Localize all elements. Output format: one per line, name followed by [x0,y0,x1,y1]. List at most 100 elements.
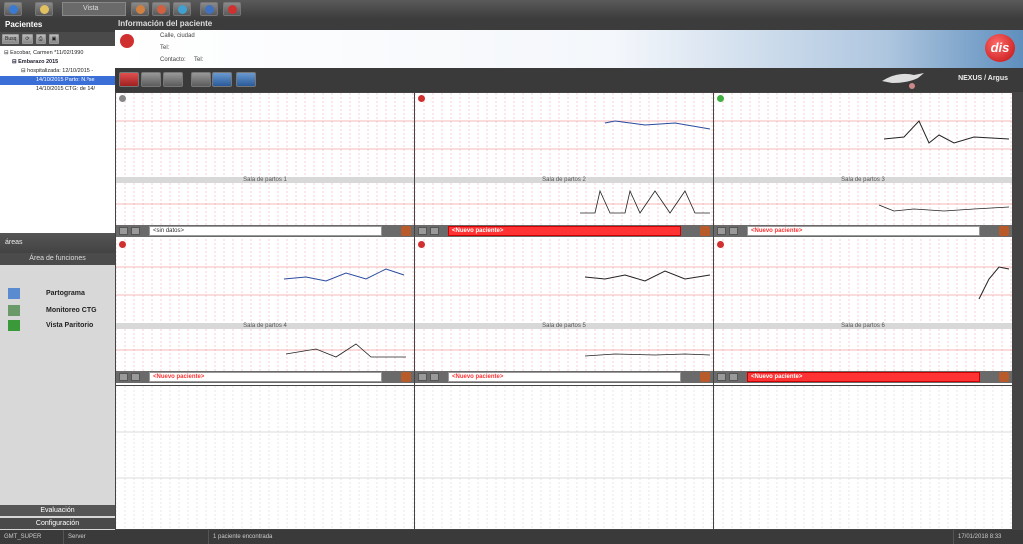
house-button[interactable] [131,2,149,16]
panel-footer: <Nuevo paciente> [415,225,713,237]
tel-label: Tel: [160,45,170,51]
empty-ctg-trace [714,386,1012,529]
home-button[interactable] [35,2,53,16]
status-user: GMT_SUPER [0,530,64,544]
ctg-trace [714,93,1012,225]
patient-field[interactable]: <Nuevo paciente> [448,372,681,382]
help-button[interactable] [212,72,232,87]
network-button[interactable] [173,2,191,16]
empty-ctg-trace [415,386,713,529]
monitor-icon[interactable] [418,227,427,235]
evaluacion-button[interactable]: Evaluación [0,505,115,516]
monitor-icon[interactable] [119,373,128,381]
edit-icon[interactable] [999,372,1009,382]
edit-icon[interactable] [999,226,1009,236]
status-server: Server [64,530,209,544]
view-dropdown[interactable]: Vista [62,2,126,16]
patient-field[interactable]: <Nuevo paciente> [149,372,382,382]
status-datetime: 17/01/2018 8:33 [958,534,1002,540]
room-label: Sala de partos 2 [542,177,586,183]
settings-icon[interactable] [729,227,738,235]
search-button[interactable]: Busq [2,34,20,44]
stork-icon [882,73,924,89]
folder-button[interactable]: ▣ [48,34,60,44]
ctg-panel-8[interactable] [415,386,713,529]
tree-item-patient[interactable]: ⊟ Escobar, Carmen *11/02/1990 [0,49,115,58]
print-options-button[interactable] [163,72,183,87]
edit-icon[interactable] [700,226,710,236]
partograma-icon [8,287,20,299]
tree-item-ctg[interactable]: 14/10/2015 CTG: de 14/ [0,85,115,94]
settings-icon[interactable] [430,227,439,235]
room-label: Sala de partos 1 [243,177,287,183]
dis-small-icon [120,34,134,48]
configuracion-button[interactable]: Configuración [0,518,115,529]
status-found: 1 paciente encontrada [209,530,954,544]
status-dot-icon [717,95,724,102]
patient-field[interactable]: <Nuevo paciente> [448,226,681,236]
ctg-panel-2[interactable]: Sala de partos 2 <Nuevo paciente> [415,93,713,239]
panel-footer: <Nuevo paciente> [415,371,713,383]
edit-icon[interactable] [700,372,710,382]
back-button[interactable] [119,72,139,87]
patients-title: Pacientes [0,18,115,32]
brand-label: NEXUS / Argus [958,75,1008,82]
monitoreo-ctg-item[interactable]: Monitoreo CTG [8,303,108,317]
patient-field[interactable]: <Nuevo paciente> [747,372,980,382]
ctg-panel-4[interactable]: Sala de partos 4 <Nuevo paciente> [116,239,414,385]
partograma-item[interactable]: Partograma [8,286,108,300]
room-label: Sala de partos 4 [243,323,287,329]
ctg-monitor-grid: Sala de partos 1 <sin datos> Sala de par… [115,92,1023,530]
exit-button[interactable] [223,2,241,16]
secondary-toolbar: NEXUS / Argus [115,68,1023,92]
ctg-panel-7[interactable] [116,386,414,529]
tree-item-pregnancy[interactable]: ⊟ Embarazo 2015 [0,58,115,67]
settings-icon[interactable] [729,373,738,381]
ctg-panel-1[interactable]: Sala de partos 1 <sin datos> [116,93,414,239]
settings-icon[interactable] [131,227,140,235]
monitor-icon[interactable] [119,227,128,235]
chat-button[interactable] [141,72,161,87]
patients-toolbar: Busq ⟳ ⎙ ▣ [0,32,115,46]
edit-icon[interactable] [401,226,411,236]
settings-icon[interactable] [131,373,140,381]
settings-icon[interactable] [430,373,439,381]
status-bar: GMT_SUPER Server 1 paciente encontrada 1… [0,530,1023,544]
patient-tree: ⊟ Escobar, Carmen *11/02/1990 ⊟ Embarazo… [0,46,115,241]
monitor-icon[interactable] [717,373,726,381]
edit-icon[interactable] [401,372,411,382]
info-button[interactable] [200,2,218,16]
ctg-icon [8,304,20,316]
panel-footer: <Nuevo paciente> [714,371,1012,383]
ctg-panel-6[interactable]: Sala de partos 6 <Nuevo paciente> [714,239,1012,385]
patient-field[interactable]: <sin datos> [149,226,382,236]
info-circle-button[interactable] [236,72,256,87]
edit-button[interactable] [191,72,211,87]
status-dot-icon [418,95,425,102]
monitor-icon[interactable] [418,373,427,381]
panel-footer: <Nuevo paciente> [714,225,1012,237]
ctg-panel-9[interactable] [714,386,1012,529]
print-button[interactable]: ⎙ [35,34,46,44]
tree-item-parto[interactable]: 14/10/2015 Parto: N.ºse [0,76,115,85]
monitor-icon[interactable] [717,227,726,235]
ctg-trace [714,239,1012,371]
tree-item-hospital[interactable]: ⊟ hospitalizada: 12/10/2015 - [0,67,115,76]
ctg-panel-5[interactable]: Sala de partos 5 <Nuevo paciente> [415,239,713,385]
panel-footer: <sin datos> [116,225,414,237]
refresh-button[interactable]: ⟳ [22,34,33,44]
room-label: Sala de partos 5 [542,323,586,329]
main-toolbar: Vista [0,0,1023,18]
vista-paritorio-item[interactable]: Vista Paritorio [8,318,108,332]
patient-field[interactable]: <Nuevo paciente> [747,226,980,236]
status-dot-icon [717,241,724,248]
ctg-trace [415,93,713,225]
panel-footer: <Nuevo paciente> [116,371,414,383]
contacto-tel-label: Tel: [194,57,204,63]
room-label: Sala de partos 3 [841,177,885,183]
ctg-panel-3[interactable]: Sala de partos 3 <Nuevo paciente> [714,93,1012,239]
app-menu-button[interactable] [4,2,22,16]
empty-ctg-trace [116,386,414,529]
status-dot-icon [119,95,126,102]
house-alt-button[interactable] [152,2,170,16]
